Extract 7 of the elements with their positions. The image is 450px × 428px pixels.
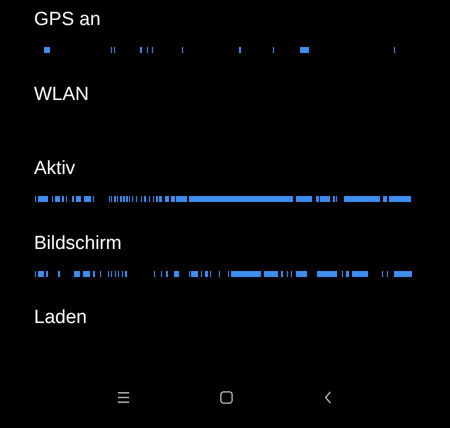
menu-icon[interactable] xyxy=(116,390,131,405)
usage-label: WLAN xyxy=(34,82,89,106)
usage-label: Laden xyxy=(34,306,87,330)
usage-label: Aktiv xyxy=(34,157,76,181)
usage-label: Bildschirm xyxy=(34,232,122,256)
home-icon[interactable] xyxy=(218,390,234,405)
usage-label: GPS an xyxy=(34,8,101,32)
